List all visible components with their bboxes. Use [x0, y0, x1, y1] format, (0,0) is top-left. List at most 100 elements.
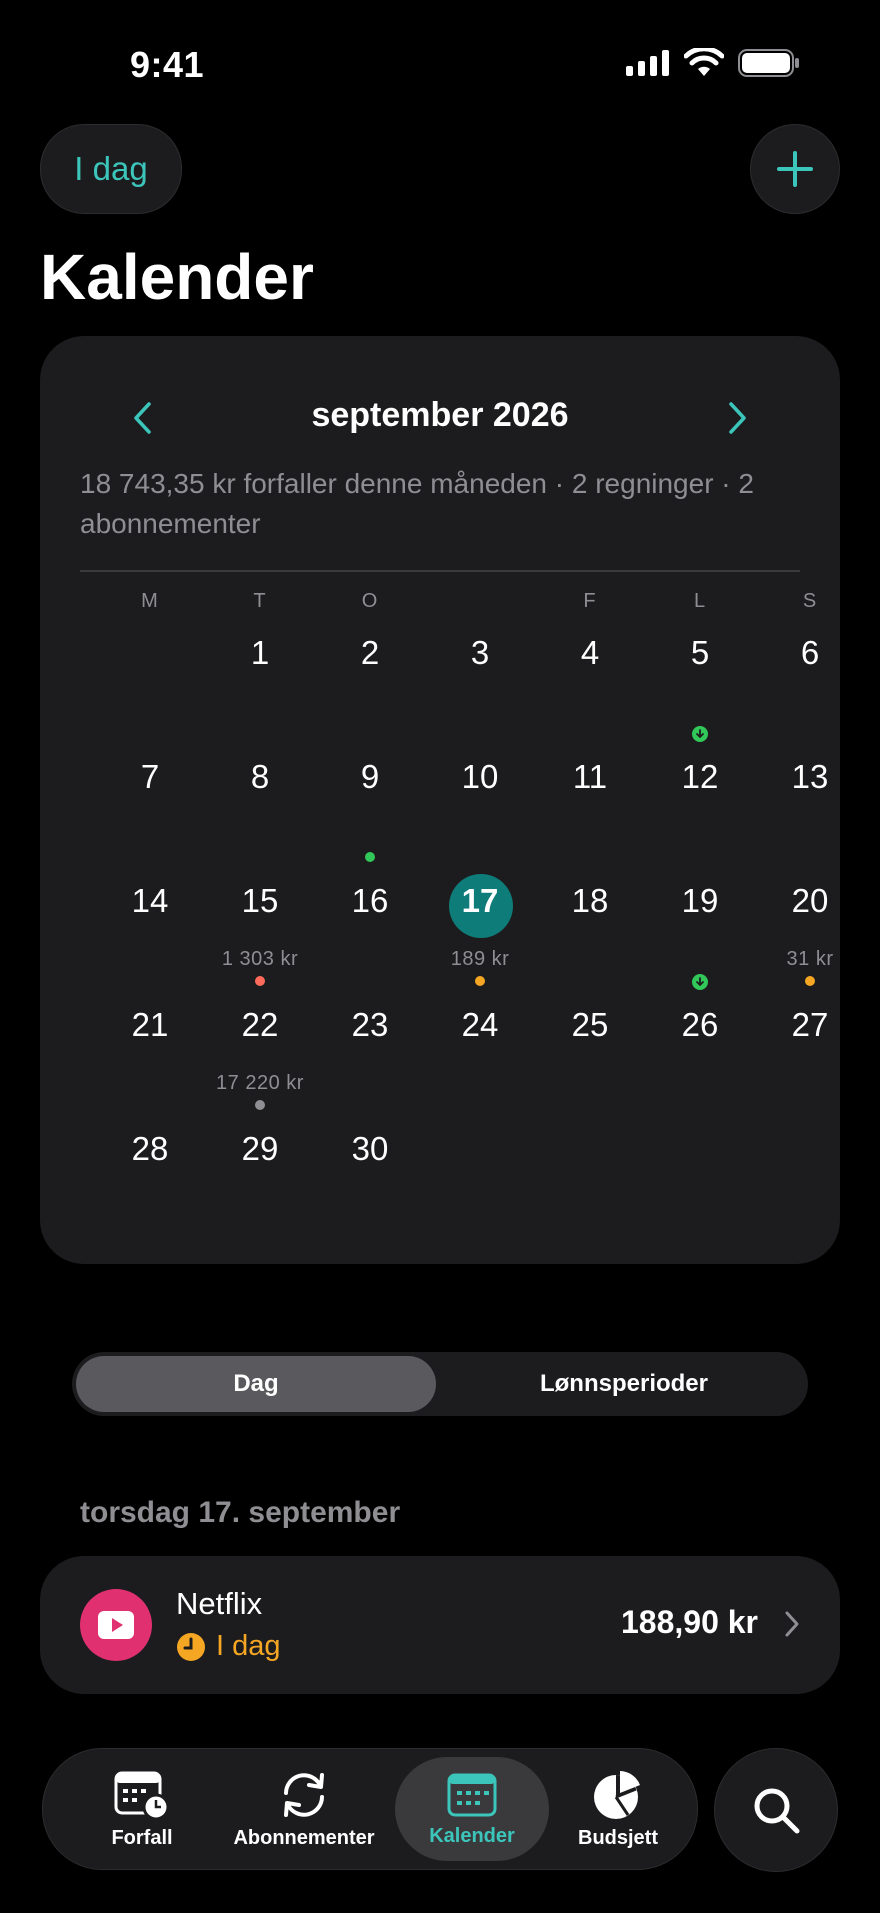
day-number: 27 [791, 1006, 829, 1043]
day-number: 7 [140, 758, 160, 795]
calendar-day[interactable]: 19 [645, 868, 755, 992]
tab-label: Kalender [429, 1824, 515, 1847]
plus-icon [777, 151, 813, 187]
search-icon [754, 1788, 800, 1834]
calendar-day[interactable]: 24 [425, 992, 535, 1116]
chevron-right-icon [784, 1610, 800, 1643]
calendar-day[interactable]: 1 [205, 620, 315, 744]
play-icon [98, 1611, 134, 1639]
calendar-day-today[interactable]: 17 189 kr [425, 868, 535, 992]
calendar-day[interactable]: 3 [425, 620, 535, 744]
day-number: 19 [681, 882, 719, 919]
view-segmented-control: Dag Lønnsperioder [72, 1352, 808, 1416]
tab-kalender[interactable]: Kalender [395, 1749, 549, 1869]
bill-name: Netflix [176, 1586, 263, 1621]
day-number: 14 [131, 882, 169, 919]
calendar-day[interactable]: 20 31 kr [755, 868, 865, 992]
segment-day[interactable]: Dag [76, 1356, 436, 1412]
calendar-day[interactable]: 6 [755, 620, 865, 744]
weekday-row: M T O F L S [40, 590, 840, 620]
calendar-day[interactable]: 16 [315, 868, 425, 992]
add-button[interactable] [750, 124, 840, 214]
calendar-day[interactable]: 26 [645, 992, 755, 1116]
page-title: Kalender [40, 241, 314, 313]
calendar-day[interactable]: 13 [755, 744, 865, 868]
calendar-day[interactable]: 12 [645, 744, 755, 868]
due-marker-dot [255, 976, 265, 986]
bill-row-netflix[interactable]: Netflix I dag 188,90 kr [40, 1556, 840, 1694]
calendar-day[interactable]: 7 [95, 744, 205, 868]
today-button[interactable]: I dag [40, 124, 182, 214]
tab-budsjett[interactable]: Budsjett [555, 1749, 681, 1869]
day-number: 30 [351, 1130, 389, 1167]
day-number: 21 [131, 1006, 169, 1043]
tab-forfall[interactable]: Forfall [79, 1749, 205, 1869]
day-number: 22 [241, 1006, 279, 1043]
calendar-day[interactable]: 10 [425, 744, 535, 868]
tab-label: Forfall [111, 1826, 173, 1849]
calendar-day[interactable]: 15 1 303 kr [205, 868, 315, 992]
signal-icon [626, 50, 669, 76]
tab-label: Budsjett [578, 1826, 658, 1849]
day-amount: 189 kr [450, 948, 510, 970]
day-number: 20 [791, 882, 829, 919]
calendar-day[interactable]: 14 [95, 868, 205, 992]
calendar-icon [447, 1773, 497, 1816]
calendar-day[interactable]: 2 [315, 620, 425, 744]
day-number: 17 [461, 882, 499, 919]
day-number: 10 [461, 758, 499, 795]
day-number: 8 [250, 758, 270, 795]
day-number: 15 [241, 882, 279, 919]
day-number: 12 [681, 758, 719, 795]
calendar-day[interactable]: 25 [535, 992, 645, 1116]
weekday-label: O [361, 590, 379, 612]
calendar-day[interactable]: 23 [315, 992, 425, 1116]
calendar-day[interactable]: 5 [645, 620, 755, 744]
tab-abonnementer[interactable]: Abonnementer [219, 1749, 389, 1869]
calendar-day[interactable]: 29 [205, 1116, 315, 1240]
calendar-day[interactable]: 30 [315, 1116, 425, 1240]
weekday-label: L [693, 590, 707, 612]
pie-chart-icon [594, 1770, 640, 1819]
weekday-label: S [802, 590, 818, 612]
day-number: 16 [351, 882, 389, 919]
weekday-label: M [141, 590, 159, 612]
next-month-button[interactable] [716, 396, 760, 440]
tab-bar: Forfall Abonnementer Kalender Budsjett [42, 1748, 698, 1870]
wifi-icon [684, 48, 724, 76]
due-marker-dot [475, 976, 485, 986]
calendar-day[interactable]: 27 [755, 992, 865, 1116]
bill-amount: 188,90 kr [620, 1604, 758, 1640]
calendar-day[interactable]: 11 [535, 744, 645, 868]
segment-pay-periods[interactable]: Lønnsperioder [444, 1356, 804, 1412]
day-number: 23 [351, 1006, 389, 1043]
tab-label: Abonnementer [233, 1826, 375, 1849]
calendar-day[interactable]: 28 [95, 1116, 205, 1240]
calendar-day[interactable]: 8 [205, 744, 315, 868]
day-number: 9 [360, 758, 380, 795]
divider [80, 570, 800, 572]
calendar-day[interactable]: 18 [535, 868, 645, 992]
calendar-day[interactable]: 9 [315, 744, 425, 868]
chevron-right-icon [729, 402, 746, 434]
bill-status: I dag [176, 1630, 281, 1663]
status-time: 9:41 [130, 44, 205, 85]
calendar-clock-icon [114, 1771, 170, 1820]
day-number: 3 [470, 634, 490, 671]
calendar-card: september 2026 18 743,35 kr forfaller de… [40, 336, 840, 1264]
clock-icon [177, 1632, 205, 1661]
calendar-day[interactable]: 4 [535, 620, 645, 744]
calendar-day[interactable]: 22 17 220 kr [205, 992, 315, 1116]
calendar-day[interactable]: 21 [95, 992, 205, 1116]
due-marker-dot [365, 852, 375, 862]
selected-date-heading: torsdag 17. september [80, 1496, 401, 1529]
day-amount: 1 303 kr [221, 948, 299, 970]
due-marker-dot [805, 976, 815, 986]
day-number: 25 [571, 1006, 609, 1043]
status-icons [626, 48, 800, 78]
day-number: 1 [250, 634, 270, 671]
day-number: 11 [572, 758, 608, 795]
search-button[interactable] [714, 1748, 838, 1872]
month-nav: september 2026 [40, 388, 840, 448]
day-number: 4 [580, 634, 600, 671]
